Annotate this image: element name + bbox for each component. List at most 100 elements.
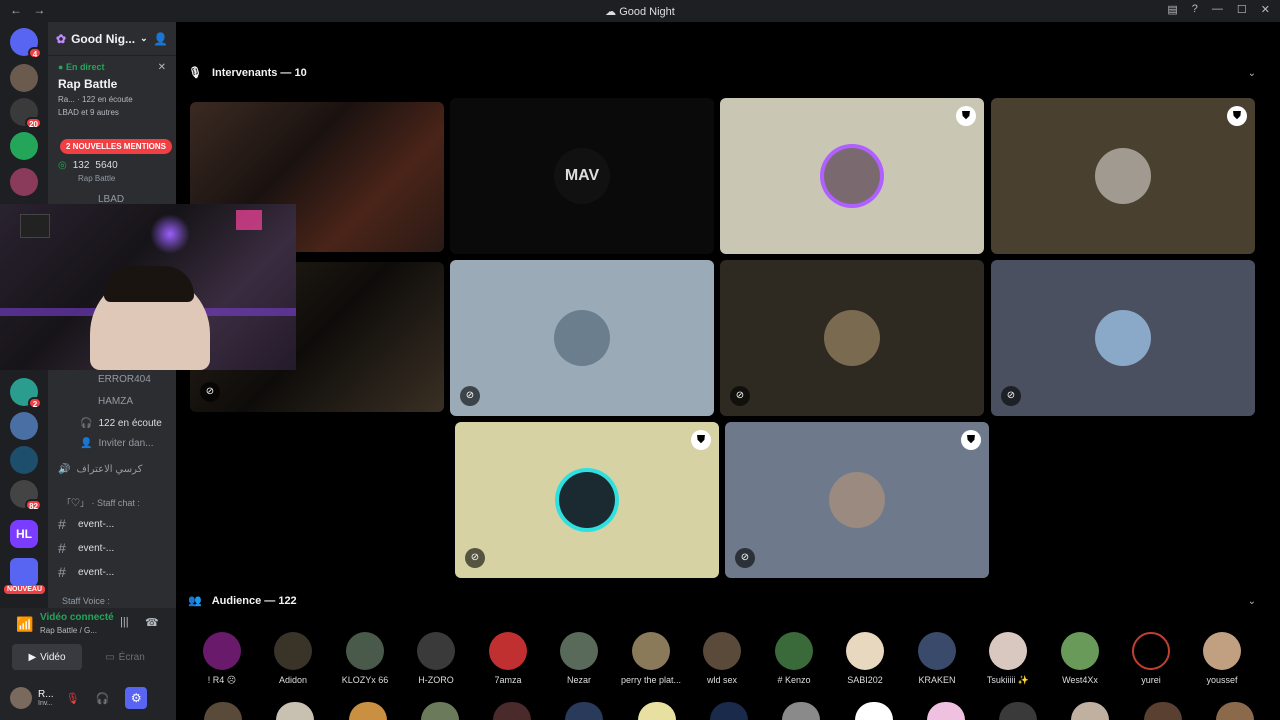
- channel-item[interactable]: 🔊 كرسي الاعتراف: [58, 464, 142, 475]
- stage-icon: ◎: [58, 160, 67, 171]
- channel-item[interactable]: # event-...: [58, 564, 114, 580]
- hl-server-icon[interactable]: HL: [10, 520, 38, 548]
- avatar[interactable]: [709, 702, 748, 720]
- audience-member[interactable]: SABI202: [830, 632, 900, 685]
- speaker-tile[interactable]: ⛊: [720, 98, 984, 254]
- speaker-tile[interactable]: ⛊ ⊘: [725, 422, 989, 578]
- avatar: [346, 632, 384, 670]
- member-name: Adidon: [278, 675, 308, 685]
- noise-icon[interactable]: |||: [120, 616, 129, 628]
- folder-icon[interactable]: [10, 558, 38, 586]
- minimize-button[interactable]: —: [1212, 3, 1223, 16]
- audience-header[interactable]: 👥 Audience — 122: [188, 594, 297, 608]
- voice-user[interactable]: ERROR404: [98, 374, 151, 385]
- server-icon[interactable]: [10, 412, 38, 440]
- audience-member[interactable]: H-ZORO: [401, 632, 471, 685]
- help-icon[interactable]: ?: [1192, 3, 1198, 16]
- speaker-tile[interactable]: ⊘: [991, 260, 1255, 416]
- audience-member[interactable]: West4Xx: [1045, 632, 1115, 685]
- avatar[interactable]: [276, 702, 315, 720]
- add-user-icon[interactable]: 👤: [153, 32, 168, 46]
- streamer-webcam-overlay: [0, 204, 296, 370]
- live-event-card[interactable]: ● En direct ✕ Rap Battle Ra... · 122 en …: [48, 56, 176, 123]
- audience-member[interactable]: perry the plat...: [616, 632, 686, 685]
- category-header[interactable]: Staff Voice :: [62, 596, 110, 606]
- server-icon[interactable]: [10, 168, 38, 196]
- voice-user[interactable]: HAMZA: [98, 396, 133, 407]
- settings-gear-icon[interactable]: ⚙: [125, 687, 148, 709]
- avatar[interactable]: [637, 702, 676, 720]
- inbox-icon[interactable]: ▤: [1167, 3, 1177, 16]
- audience-member[interactable]: youssef: [1187, 632, 1257, 685]
- avatar: [203, 632, 241, 670]
- maximize-button[interactable]: ☐: [1237, 3, 1247, 16]
- avatar: [560, 632, 598, 670]
- stage-channel-row[interactable]: ◎ 132 5640: [58, 160, 118, 171]
- member-name: Tsukiiiii ✨: [986, 675, 1030, 685]
- audience-member[interactable]: Nezar: [544, 632, 614, 685]
- speaker-tile[interactable]: MAV: [450, 98, 714, 254]
- new-mentions-pill[interactable]: 2 NOUVELLES MENTIONS: [60, 139, 173, 154]
- audience-member[interactable]: wld sex: [687, 632, 757, 685]
- avatar[interactable]: [1143, 702, 1182, 720]
- hash-icon: #: [58, 564, 66, 580]
- server-icon[interactable]: [10, 132, 38, 160]
- avatar[interactable]: [1215, 702, 1254, 720]
- voice-status[interactable]: Vidéo connecté: [40, 612, 114, 623]
- avatar[interactable]: [854, 702, 893, 720]
- channel-item[interactable]: # event-...: [58, 540, 114, 556]
- dm-avatar[interactable]: 20: [10, 98, 42, 129]
- server-icon[interactable]: [10, 446, 38, 474]
- audience-member[interactable]: KLOZYx 66: [330, 632, 400, 685]
- invite-label: Inviter dan...: [98, 438, 154, 449]
- category-header[interactable]: 「♡」 · Staff chat :: [62, 496, 140, 509]
- live-label: ● En direct: [58, 62, 105, 72]
- screen-share-button[interactable]: ▭ Écran: [90, 644, 160, 670]
- server-icon[interactable]: 2: [10, 378, 42, 409]
- video-button[interactable]: ▶ Vidéo: [12, 644, 82, 670]
- audience-member[interactable]: # Kenzo: [759, 632, 829, 685]
- server-icon[interactable]: 82: [10, 480, 42, 511]
- avatar[interactable]: [493, 702, 532, 720]
- user-status: Inv...: [38, 700, 53, 707]
- speaker-avatar: [1095, 148, 1151, 204]
- server-header[interactable]: ✿ Good Nig... ⌄ 👤: [48, 22, 176, 56]
- title-bar: ← → ☁ Good Night ▤ ? — ☐ ✕: [0, 0, 1280, 22]
- avatar[interactable]: [782, 702, 821, 720]
- invite-row[interactable]: 👤 Inviter dan...: [80, 438, 153, 449]
- avatar[interactable]: [348, 702, 387, 720]
- mic-muted-icon[interactable]: 🎙: [66, 692, 80, 705]
- deafen-icon[interactable]: 🎧: [96, 692, 110, 705]
- avatar[interactable]: [926, 702, 965, 720]
- chevron-down-icon[interactable]: ⌄: [1248, 596, 1256, 607]
- audience-member[interactable]: ! R4 ☹: [187, 632, 257, 686]
- stage-count-2: 5640: [95, 160, 118, 171]
- speaker-tile[interactable]: ⛊ ⊘: [455, 422, 719, 578]
- channel-item[interactable]: # event-...: [58, 516, 114, 532]
- speaker-avatar: [1095, 310, 1151, 366]
- dm-avatar[interactable]: [10, 64, 38, 92]
- close-button[interactable]: ✕: [1261, 3, 1270, 16]
- discord-home-icon[interactable]: 4: [10, 28, 42, 59]
- avatar[interactable]: [999, 702, 1038, 720]
- disconnect-icon[interactable]: ☎: [145, 616, 159, 629]
- close-icon[interactable]: ✕: [158, 62, 166, 73]
- avatar: [632, 632, 670, 670]
- member-name: SABI202: [847, 675, 883, 685]
- audience-member[interactable]: KRAKEN: [902, 632, 972, 685]
- avatar[interactable]: [565, 702, 604, 720]
- audience-member[interactable]: Adidon: [258, 632, 328, 685]
- audience-member[interactable]: yurei: [1116, 632, 1186, 685]
- speaker-tile[interactable]: ⊘: [450, 260, 714, 416]
- audience-member[interactable]: Tsukiiiii ✨: [973, 632, 1043, 686]
- speaker-tile[interactable]: ⊘: [720, 260, 984, 416]
- speakers-header[interactable]: 🎙 Intervenants — 10: [188, 66, 307, 80]
- avatar[interactable]: [420, 702, 459, 720]
- speaker-tile[interactable]: ⛊: [991, 98, 1255, 254]
- dm-badge: 20: [25, 117, 42, 129]
- avatar[interactable]: [1071, 702, 1110, 720]
- audience-member[interactable]: 7amza: [473, 632, 543, 685]
- avatar[interactable]: [204, 702, 242, 720]
- chevron-down-icon[interactable]: ⌄: [1248, 68, 1256, 79]
- avatar[interactable]: [10, 687, 32, 709]
